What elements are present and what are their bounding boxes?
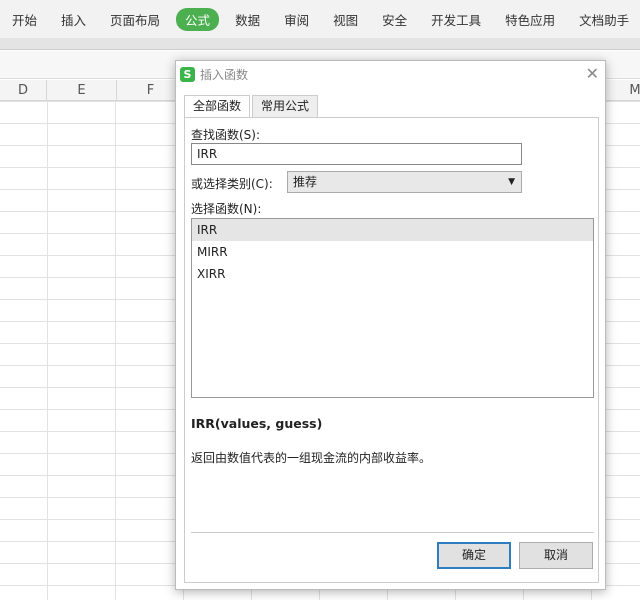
ribbon-tab-review[interactable]: 审阅 — [272, 10, 321, 29]
function-description: 返回由数值代表的一组现金流的内部收益率。 — [191, 451, 432, 465]
divider — [191, 532, 594, 533]
dialog-tabs: 全部函数 常用公式 — [184, 95, 320, 118]
category-select[interactable]: 推荐 ▼ — [287, 171, 522, 193]
ribbon-tab-security[interactable]: 安全 — [370, 10, 419, 29]
tab-all-functions[interactable]: 全部函数 — [184, 95, 251, 118]
ribbon-tab-view[interactable]: 视图 — [321, 10, 370, 29]
ribbon-tab-formulas[interactable]: 公式 — [176, 7, 220, 31]
ribbon-toolbar — [0, 38, 640, 50]
category-value: 推荐 — [293, 175, 318, 189]
tab-common-formulas[interactable]: 常用公式 — [252, 95, 319, 117]
ribbon-tab-developer[interactable]: 开发工具 — [419, 10, 493, 29]
function-list-label: 选择函数(N): — [191, 202, 262, 216]
dialog-panel: 查找函数(S): IRR 或选择类别(C): 推荐 ▼ 选择函数(N): IRR… — [184, 117, 599, 583]
ribbon-tabs: 开始 插入 页面布局 公式 数据 审阅 视图 安全 开发工具 特色应用 文档助手 — [0, 0, 640, 38]
ribbon-tab-page-layout[interactable]: 页面布局 — [98, 10, 172, 29]
category-label: 或选择类别(C): — [191, 177, 273, 191]
dialog-title-bar[interactable]: S 插入函数 ✕ — [176, 61, 605, 87]
column-header-m[interactable]: M — [620, 80, 640, 101]
ribbon-tab-start[interactable]: 开始 — [0, 10, 49, 29]
ribbon-tab-features[interactable]: 特色应用 — [493, 10, 567, 29]
list-item[interactable]: MIRR — [192, 241, 593, 263]
ok-button[interactable]: 确定 — [437, 542, 511, 569]
column-header-d[interactable]: D — [0, 80, 47, 101]
search-label: 查找函数(S): — [191, 128, 261, 142]
search-function-input[interactable]: IRR — [191, 143, 522, 165]
list-item[interactable]: XIRR — [192, 263, 593, 285]
ribbon-tab-doc-assistant[interactable]: 文档助手 — [567, 10, 640, 29]
function-list[interactable]: IRR MIRR XIRR — [191, 218, 594, 398]
insert-function-dialog: S 插入函数 ✕ 全部函数 常用公式 查找函数(S): IRR 或选择类别(C)… — [175, 60, 606, 590]
function-signature: IRR(values, guess) — [191, 416, 323, 431]
wps-logo-icon: S — [180, 66, 195, 82]
ribbon-tab-insert[interactable]: 插入 — [49, 10, 98, 29]
ribbon-tab-data[interactable]: 数据 — [223, 10, 272, 29]
dropdown-arrow-icon: ▼ — [508, 177, 515, 187]
cancel-button[interactable]: 取消 — [519, 542, 593, 569]
close-icon[interactable]: ✕ — [586, 64, 599, 83]
dialog-title: 插入函数 — [200, 67, 249, 82]
list-item[interactable]: IRR — [192, 219, 593, 241]
column-header-e[interactable]: E — [47, 80, 117, 101]
